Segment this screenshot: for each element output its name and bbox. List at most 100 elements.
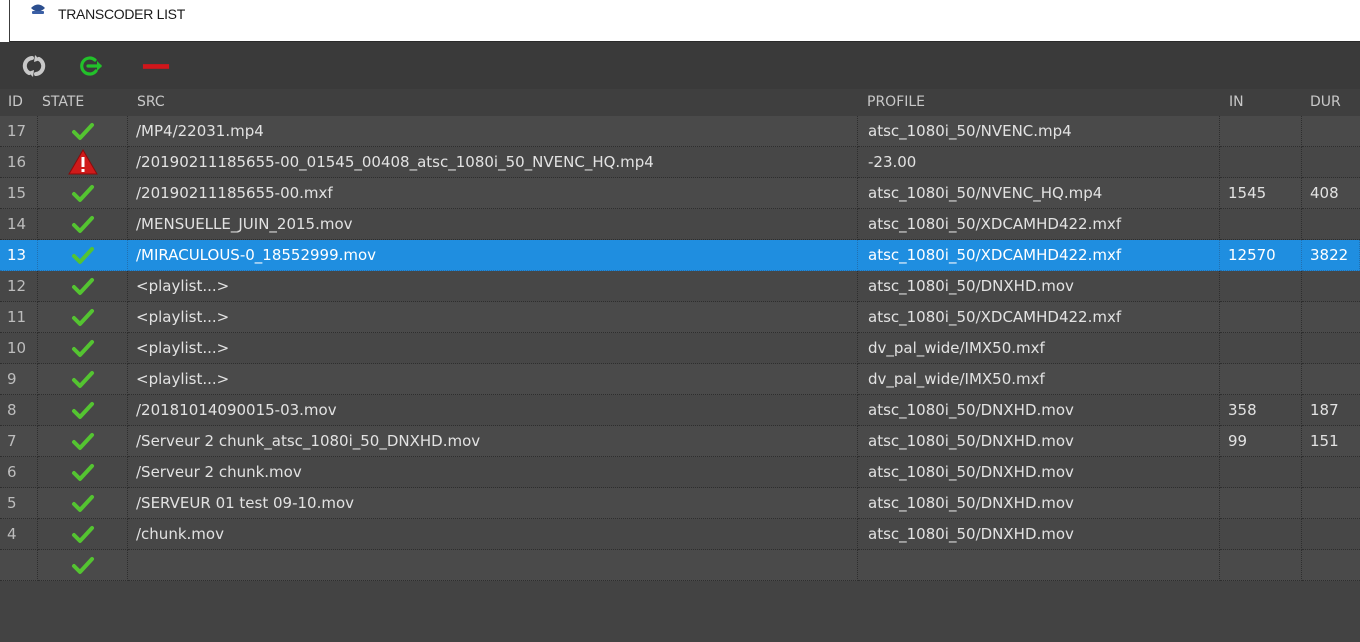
row-state <box>38 395 128 426</box>
row-state <box>38 209 128 240</box>
success-check-icon <box>71 278 94 295</box>
table-row[interactable]: 11 <playlist...> atsc_1080i_50/XDCAMHD422.… <box>0 302 1360 333</box>
table-row[interactable]: 4/chunk.mov atsc_1080i_50/DNXHD.mov <box>0 519 1360 550</box>
success-check-icon <box>71 123 94 140</box>
row-dur <box>1302 457 1360 488</box>
row-state <box>38 333 128 364</box>
row-in <box>1220 364 1302 395</box>
row-src: /SERVEUR 01 test 09-10.mov <box>128 488 858 519</box>
row-in <box>1220 209 1302 240</box>
table-row[interactable]: 6/Serveur 2 chunk.mov atsc_1080i_50/DNXHD… <box>0 457 1360 488</box>
app-icon <box>31 4 45 14</box>
row-dur <box>1302 488 1360 519</box>
success-check-icon <box>71 433 94 450</box>
row-state <box>38 426 128 457</box>
row-src: /chunk.mov <box>128 519 858 550</box>
row-state <box>38 457 128 488</box>
table-row[interactable]: 10 <playlist...> dv_pal_wide/IMX50.mxf <box>0 333 1360 364</box>
remove-button[interactable] <box>142 53 170 79</box>
row-src: /MIRACULOUS-0_18552999.mov <box>128 240 858 271</box>
row-src: <playlist...> <box>128 302 858 333</box>
row-state <box>38 364 128 395</box>
transcoder-table-body: 17/MP4/22031.mp4 atsc_1080i_50/NVENC.mp4 1… <box>0 116 1360 642</box>
row-profile: atsc_1080i_50/DNXHD.mov <box>858 271 1220 302</box>
table-row[interactable]: 15/20190211185655-00.mxf atsc_1080i_50/NV… <box>0 178 1360 209</box>
row-id: 5 <box>0 488 38 519</box>
row-in <box>1220 550 1302 581</box>
table-header: ID STATE SRC PROFILE IN DUR <box>0 89 1360 116</box>
row-profile: dv_pal_wide/IMX50.mxf <box>858 364 1220 395</box>
success-check-icon <box>71 247 94 264</box>
row-dur <box>1302 302 1360 333</box>
table-row[interactable]: 12 <playlist...> atsc_1080i_50/DNXHD.mov <box>0 271 1360 302</box>
table-row[interactable]: 7/Serveur 2 chunk_atsc_1080i_50_DNXHD.mo… <box>0 426 1360 457</box>
row-profile: atsc_1080i_50/DNXHD.mov <box>858 457 1220 488</box>
success-check-icon <box>71 402 94 419</box>
row-id: 12 <box>0 271 38 302</box>
error-warning-icon <box>67 149 98 175</box>
row-in <box>1220 147 1302 178</box>
table-row[interactable]: 17/MP4/22031.mp4 atsc_1080i_50/NVENC.mp4 <box>0 116 1360 147</box>
row-dur <box>1302 364 1360 395</box>
row-src: /Serveur 2 chunk_atsc_1080i_50_DNXHD.mov <box>128 426 858 457</box>
row-state <box>38 116 128 147</box>
row-dur: 187 <box>1302 395 1360 426</box>
column-header-id[interactable]: ID <box>8 94 23 110</box>
table-row[interactable]: 8/20181014090015-03.mov atsc_1080i_50/DNX… <box>0 395 1360 426</box>
success-check-icon <box>71 495 94 512</box>
table-row[interactable]: 13/MIRACULOUS-0_18552999.mov atsc_1080i_5… <box>0 240 1360 271</box>
row-profile: atsc_1080i_50/DNXHD.mov <box>858 395 1220 426</box>
row-dur: 151 <box>1302 426 1360 457</box>
success-check-icon <box>71 557 94 574</box>
table-row[interactable]: 14/MENSUELLE_JUIN_2015.mov atsc_1080i_50/… <box>0 209 1360 240</box>
column-header-in[interactable]: IN <box>1229 94 1244 110</box>
row-id: 8 <box>0 395 38 426</box>
row-profile <box>858 550 1220 581</box>
column-header-src[interactable]: SRC <box>137 94 165 110</box>
row-state <box>38 488 128 519</box>
restart-icon <box>80 56 102 76</box>
row-in: 358 <box>1220 395 1302 426</box>
row-in: 12570 <box>1220 240 1302 271</box>
refresh-button[interactable] <box>20 53 48 79</box>
success-check-icon <box>71 464 94 481</box>
row-src: <playlist...> <box>128 333 858 364</box>
row-id: 17 <box>0 116 38 147</box>
column-header-dur[interactable]: DUR <box>1310 94 1341 110</box>
table-row[interactable]: 16/20190211185655-00_01545_00408_atsc_10… <box>0 147 1360 178</box>
row-dur <box>1302 116 1360 147</box>
table-row[interactable]: 5/SERVEUR 01 test 09-10.mov atsc_1080i_50… <box>0 488 1360 519</box>
column-header-profile[interactable]: PROFILE <box>867 94 925 110</box>
row-in <box>1220 116 1302 147</box>
row-in <box>1220 271 1302 302</box>
table-row[interactable] <box>0 550 1360 581</box>
row-src: /20190211185655-00_01545_00408_atsc_1080… <box>128 147 858 178</box>
success-check-icon <box>71 340 94 357</box>
row-dur <box>1302 147 1360 178</box>
window-title: TRANSCODER LIST <box>58 6 185 22</box>
row-id: 10 <box>0 333 38 364</box>
row-state <box>38 147 128 178</box>
restart-button[interactable] <box>76 53 104 79</box>
row-profile: atsc_1080i_50/DNXHD.mov <box>858 488 1220 519</box>
row-profile: -23.00 <box>858 147 1220 178</box>
row-in <box>1220 333 1302 364</box>
table-row[interactable]: 9 <playlist...> dv_pal_wide/IMX50.mxf <box>0 364 1360 395</box>
row-state <box>38 550 128 581</box>
minus-icon <box>142 64 170 69</box>
refresh-icon <box>22 55 46 77</box>
row-dur <box>1302 271 1360 302</box>
success-check-icon <box>71 526 94 543</box>
column-header-state[interactable]: STATE <box>42 94 84 110</box>
row-dur <box>1302 550 1360 581</box>
success-check-icon <box>71 216 94 233</box>
row-id: 7 <box>0 426 38 457</box>
success-check-icon <box>71 185 94 202</box>
row-state <box>38 271 128 302</box>
row-dur <box>1302 333 1360 364</box>
row-profile: atsc_1080i_50/XDCAMHD422.mxf <box>858 240 1220 271</box>
row-profile: atsc_1080i_50/XDCAMHD422.mxf <box>858 302 1220 333</box>
row-src: /20190211185655-00.mxf <box>128 178 858 209</box>
row-dur <box>1302 209 1360 240</box>
row-profile: atsc_1080i_50/DNXHD.mov <box>858 426 1220 457</box>
